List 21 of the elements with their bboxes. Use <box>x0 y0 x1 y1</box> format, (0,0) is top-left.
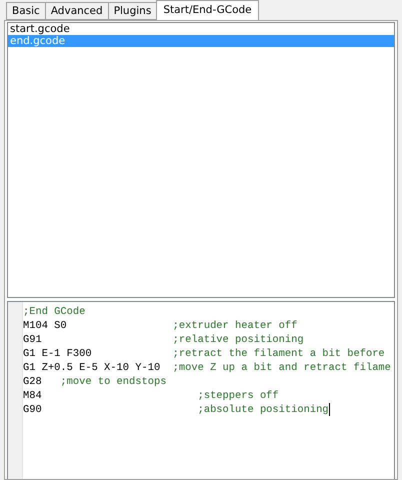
file-list-item[interactable]: start.gcode <box>8 23 394 35</box>
code-comment: ;retract the filament a bit before <box>172 347 385 361</box>
tab[interactable]: Start/End-GCode <box>156 0 259 20</box>
code-comment: ;absolute positioning <box>198 403 329 417</box>
tab[interactable]: Advanced <box>44 2 109 20</box>
code-text: M104 S0 <box>23 319 68 333</box>
code-comment: ;relative positioning <box>172 333 304 347</box>
code-comment: ;move to endstops <box>60 375 166 389</box>
code-comment: ;steppers off <box>198 389 279 403</box>
code-comment: ;extruder heater off <box>172 319 298 333</box>
code-text: G1 Z+0.5 E-5 X-10 Y-10 <box>23 361 162 375</box>
code-text: G91 <box>23 333 43 347</box>
code-text: G28 <box>23 375 43 389</box>
code-text: G1 E-1 F300 <box>23 347 93 361</box>
code-text: G90 <box>23 403 43 417</box>
code-comment: ;move Z up a bit and retract filame <box>172 361 391 375</box>
code-comment: ;End GCode <box>23 305 86 319</box>
code-editor[interactable] <box>7 301 395 479</box>
tab[interactable]: Plugins <box>108 2 158 20</box>
code-text: M84 <box>23 389 43 403</box>
tab[interactable]: Basic <box>6 2 46 20</box>
